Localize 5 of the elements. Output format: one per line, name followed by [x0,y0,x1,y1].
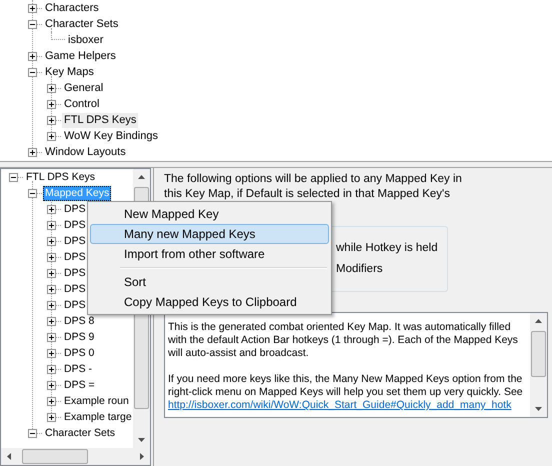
description-paragraph: If you need more keys like this, the Many New Mapped Keys option from the right-click menu on Mapped Keys will help you set them up very quickly. See [168,373,524,399]
options-description: The following options will be applied to any Mapped Key in this Key Map, if Default is selected in that Mapped Key's [164,172,463,202]
option-label: Modifiers [336,262,384,277]
description-paragraph: This is the generated combat oriented Key Map. It was automatically filled with the default Action Bar hotkeys (1 through =). Each of the Mapped Keys will auto-assist and broadcast. [168,321,519,360]
option-label: while Hotkey is held [336,241,439,256]
